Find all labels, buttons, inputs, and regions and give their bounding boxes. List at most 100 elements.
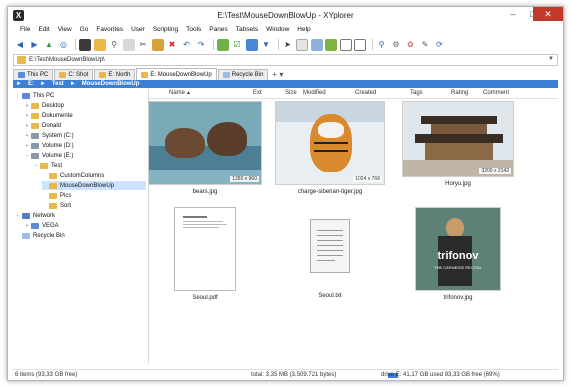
- brush-icon[interactable]: ✎: [419, 39, 431, 51]
- collapse-icon[interactable]: −: [33, 163, 39, 169]
- column-name[interactable]: Name: [169, 90, 185, 96]
- menu-help[interactable]: Help: [293, 24, 314, 36]
- chevron-down-icon[interactable]: ▼: [548, 56, 554, 62]
- colors-icon[interactable]: ✿: [405, 39, 417, 51]
- menu-tools[interactable]: Tools: [182, 24, 205, 36]
- file-tile-trifonov[interactable]: trifonov THE CARNEGIE RECITAL trifonov.j…: [408, 207, 508, 301]
- delete-icon[interactable]: ✖: [166, 39, 178, 51]
- add-tab-button[interactable]: + ▾: [269, 69, 286, 80]
- android-icon[interactable]: [325, 38, 337, 51]
- minimize-button[interactable]: –: [503, 7, 523, 21]
- file-tile-seoul-txt[interactable]: Seoul.txt: [280, 207, 380, 299]
- tab-this-pc[interactable]: This PC: [13, 69, 54, 80]
- tree-item[interactable]: + System (C:): [24, 131, 146, 140]
- tree-item[interactable]: + VEGA: [24, 221, 146, 230]
- menu-go[interactable]: Go: [76, 24, 93, 36]
- menu-favorites[interactable]: Favorites: [92, 24, 127, 36]
- tree-item[interactable]: + Desktop: [24, 101, 146, 110]
- tree-item[interactable]: Sort: [42, 201, 146, 210]
- expand-icon[interactable]: +: [24, 113, 30, 119]
- breadcrumb-arrow[interactable]: ►: [13, 81, 25, 87]
- column-comment[interactable]: Comment: [483, 90, 509, 96]
- breadcrumb-drive[interactable]: E:: [25, 81, 37, 87]
- column-size[interactable]: Size: [285, 90, 297, 96]
- target-icon[interactable]: ◎: [58, 39, 70, 51]
- preview-icon[interactable]: [245, 38, 258, 51]
- menu-window[interactable]: Window: [262, 24, 293, 36]
- collapse-icon[interactable]: −: [15, 213, 21, 219]
- menu-scripting[interactable]: Scripting: [149, 24, 182, 36]
- tree-item[interactable]: − Test: [33, 161, 146, 170]
- expand-icon[interactable]: +: [24, 133, 30, 139]
- menu-edit[interactable]: Edit: [34, 24, 53, 36]
- tree-item[interactable]: − Network: [15, 211, 146, 220]
- breadcrumb-test[interactable]: Test: [49, 81, 67, 87]
- refresh-icon[interactable]: ⟳: [434, 39, 446, 51]
- move-to-icon[interactable]: [216, 38, 229, 51]
- filter-icon[interactable]: ▼: [260, 39, 272, 51]
- folder-icon: [31, 112, 39, 119]
- tree-item[interactable]: − Volume (E:): [24, 151, 146, 160]
- menu-user[interactable]: User: [127, 24, 149, 36]
- address-bar[interactable]: E:\Test\MouseDownBlowUp\ ▼: [13, 54, 558, 66]
- tree-item[interactable]: CustomColumns: [42, 171, 146, 180]
- column-modified[interactable]: Modified: [303, 90, 326, 96]
- collapse-icon[interactable]: −: [24, 153, 30, 159]
- sort-ascending-icon[interactable]: ▲: [186, 90, 191, 96]
- paste-special-icon[interactable]: [151, 38, 164, 51]
- expand-icon[interactable]: +: [24, 123, 30, 129]
- tree-item[interactable]: + Volume (D:): [24, 141, 146, 150]
- document-icon[interactable]: [296, 38, 308, 51]
- folder-icon: [17, 56, 26, 64]
- computer-icon: [22, 92, 30, 99]
- menu-file[interactable]: File: [16, 24, 34, 36]
- file-tile-bears[interactable]: 1280 x 960 bears.jpg: [148, 101, 262, 195]
- tree-item[interactable]: MouseDownBlowUp: [42, 181, 146, 190]
- layout-1-icon[interactable]: [339, 38, 352, 51]
- copy-icon[interactable]: [122, 38, 135, 51]
- settings-icon[interactable]: ⚙: [390, 39, 402, 51]
- column-rating[interactable]: Rating: [451, 90, 468, 96]
- send-icon[interactable]: ➤: [282, 39, 294, 51]
- monitor-icon[interactable]: [79, 38, 91, 51]
- breadcrumb-arrow[interactable]: ►: [67, 81, 79, 87]
- redo-icon[interactable]: ↷: [195, 39, 207, 51]
- tab-e-north[interactable]: E: North: [94, 69, 136, 80]
- forward-arrow-icon[interactable]: ▶: [29, 39, 41, 51]
- column-tags[interactable]: Tags: [410, 90, 423, 96]
- tree-item[interactable]: This PC: [15, 91, 146, 100]
- search-icon[interactable]: ⚲: [108, 39, 120, 51]
- up-arrow-icon[interactable]: ▲: [43, 39, 55, 51]
- paste-icon[interactable]: [93, 38, 106, 51]
- menu-panes[interactable]: Panes: [205, 24, 231, 36]
- tree-item[interactable]: Pics: [42, 191, 146, 200]
- menu-view[interactable]: View: [54, 24, 76, 36]
- computer-icon: [31, 222, 39, 229]
- tab-mousedownblowup[interactable]: E: MouseDownBlowUp: [136, 68, 217, 80]
- file-tile-seoul-pdf[interactable]: Seoul.pdf: [155, 207, 255, 301]
- zoom-icon[interactable]: ⚲: [376, 39, 388, 51]
- close-button[interactable]: ✕: [533, 7, 563, 21]
- layout-2-icon[interactable]: [354, 38, 366, 51]
- expand-icon[interactable]: +: [24, 143, 30, 149]
- checkbox-icon[interactable]: ☑: [231, 39, 243, 51]
- column-ext[interactable]: Ext: [253, 90, 262, 96]
- undo-icon[interactable]: ↶: [181, 39, 193, 51]
- cut-icon[interactable]: ✂: [137, 39, 149, 51]
- tree-item[interactable]: + Donald: [24, 121, 146, 130]
- tab-recycle-bin[interactable]: Recycle Bin: [217, 69, 269, 80]
- tree-item[interactable]: + Dokumente: [24, 111, 146, 120]
- column-created[interactable]: Created: [355, 90, 376, 96]
- expand-icon[interactable]: +: [24, 223, 30, 229]
- expand-icon[interactable]: +: [24, 103, 30, 109]
- file-tile-horyu[interactable]: 3200 x 2142 Horyu.jpg: [402, 101, 514, 187]
- tree-item[interactable]: Recycle Bin: [15, 231, 146, 240]
- breadcrumb-arrow[interactable]: ►: [37, 81, 49, 87]
- menu-tabsets[interactable]: Tabsets: [232, 24, 262, 36]
- tag-icon[interactable]: [310, 38, 323, 51]
- tab-c-shot[interactable]: C: Shot: [54, 69, 94, 80]
- back-arrow-icon[interactable]: ◀: [14, 39, 26, 51]
- breadcrumb-current[interactable]: MouseDownBlowUp: [79, 81, 143, 87]
- folder-icon: [141, 71, 149, 78]
- file-tile-tiger[interactable]: 1024 x 768 charge-siberian-tiger.jpg: [275, 101, 385, 195]
